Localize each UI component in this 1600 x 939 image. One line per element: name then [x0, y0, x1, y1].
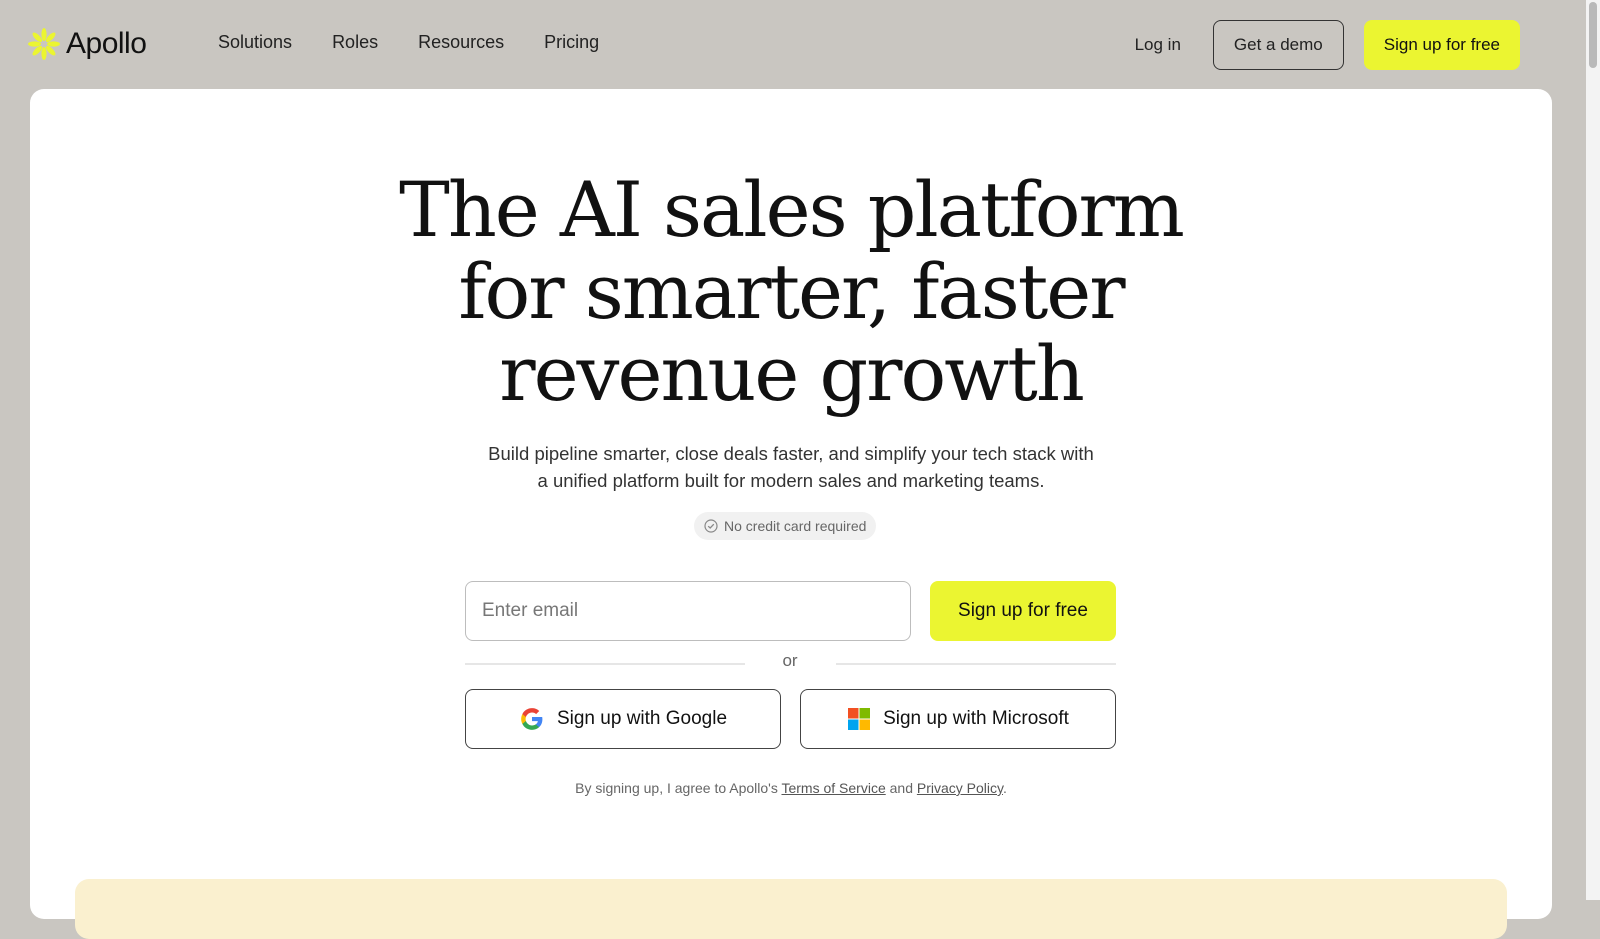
- terms-of-service-link[interactable]: Terms of Service: [781, 780, 885, 796]
- or-separator: or: [782, 651, 798, 670]
- headline-line-1: The AI sales platform: [399, 165, 1185, 254]
- nav-item-roles[interactable]: Roles: [332, 32, 378, 53]
- privacy-policy-link[interactable]: Privacy Policy: [917, 780, 1003, 796]
- microsoft-signup-button[interactable]: Sign up with Microsoft: [800, 689, 1116, 749]
- no-credit-card-badge: No credit card required: [694, 512, 877, 540]
- divider-right: [836, 663, 1116, 665]
- google-signup-label: Sign up with Google: [556, 708, 728, 729]
- hero-headline: The AI sales platform for smarter, faste…: [30, 169, 1552, 415]
- microsoft-icon: [848, 708, 871, 730]
- google-signup-button[interactable]: Sign up with Google: [465, 689, 781, 749]
- scrollbar[interactable]: [1586, 0, 1600, 900]
- subtitle-line-1: Build pipeline smarter, close deals fast…: [488, 443, 1094, 464]
- header-actions: Log in Get a demo Sign up for free: [1123, 20, 1520, 70]
- badge-text: No credit card required: [724, 518, 867, 534]
- next-section-preview: [75, 879, 1507, 939]
- sunburst-logo-icon: [28, 28, 60, 60]
- nav-item-resources[interactable]: Resources: [418, 32, 504, 53]
- header-signup-button[interactable]: Sign up for free: [1363, 20, 1520, 70]
- hero-card: The AI sales platform for smarter, faste…: [30, 89, 1552, 939]
- login-link[interactable]: Log in: [1123, 35, 1193, 55]
- legal-notice: By signing up, I agree to Apollo's Terms…: [30, 780, 1552, 796]
- nav-item-pricing[interactable]: Pricing: [544, 32, 599, 53]
- top-navigation-bar: Apollo Solutions Roles Resources Pricing…: [0, 0, 1586, 88]
- apollo-logo[interactable]: Apollo: [28, 26, 147, 62]
- headline-line-3: revenue growth: [499, 329, 1085, 418]
- get-demo-button[interactable]: Get a demo: [1212, 20, 1344, 70]
- microsoft-signup-label: Sign up with Microsoft: [883, 708, 1069, 729]
- brand-name: Apollo: [66, 27, 147, 60]
- signup-button[interactable]: Sign up for free: [930, 581, 1116, 641]
- hero-subtitle: Build pipeline smarter, close deals fast…: [30, 440, 1552, 494]
- check-circle-icon: [704, 519, 718, 533]
- email-input[interactable]: [465, 581, 911, 641]
- main-nav: Solutions Roles Resources Pricing: [218, 32, 599, 53]
- legal-middle: and: [885, 780, 917, 796]
- nav-item-solutions[interactable]: Solutions: [218, 32, 292, 53]
- headline-line-2: for smarter, faster: [458, 247, 1125, 336]
- google-icon: [521, 708, 543, 730]
- legal-prefix: By signing up, I agree to Apollo's: [575, 780, 782, 796]
- divider-left: [465, 663, 745, 665]
- subtitle-line-2: a unified platform built for modern sale…: [537, 470, 1045, 491]
- legal-suffix: .: [1002, 780, 1007, 796]
- scrollbar-thumb[interactable]: [1589, 2, 1597, 68]
